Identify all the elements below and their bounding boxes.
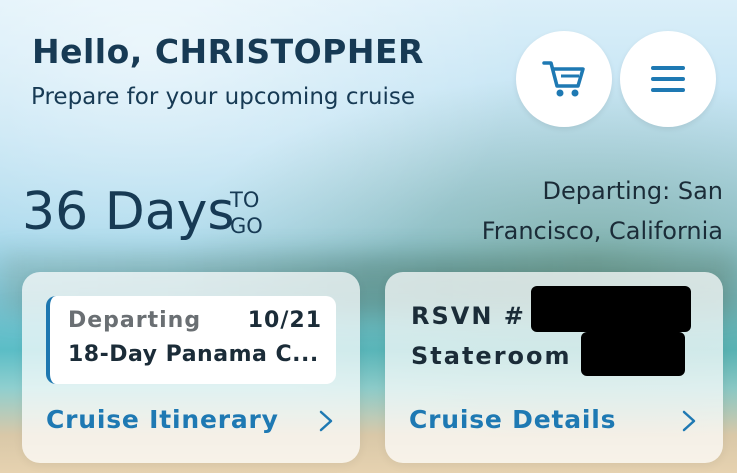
- chevron-right-icon[interactable]: [314, 406, 338, 436]
- cruise-details-card[interactable]: RSVN # Stateroom Cruise Details: [385, 272, 723, 463]
- greeting-subtitle: Prepare for your upcoming cruise: [31, 84, 416, 110]
- departing-label: Departing: [68, 308, 202, 333]
- cart-icon: [542, 61, 585, 97]
- sailing-summary: Departing 10/21 18-Day Panama C...: [46, 296, 336, 384]
- departure-port: Departing: San Francisco, California: [481, 177, 723, 245]
- greeting-heading: Hello, CHRISTOPHER: [32, 32, 424, 71]
- chevron-right-icon[interactable]: [677, 406, 701, 436]
- to-label: TO: [230, 188, 260, 212]
- itinerary-card[interactable]: Departing 10/21 18-Day Panama C... Cruis…: [22, 272, 360, 463]
- cruise-itinerary-link[interactable]: Cruise Itinerary: [46, 405, 279, 434]
- redaction-block: [531, 286, 691, 332]
- menu-button[interactable]: [620, 31, 716, 127]
- cart-button[interactable]: [516, 31, 612, 127]
- hamburger-menu-icon: [651, 66, 685, 92]
- go-label: GO: [230, 214, 263, 238]
- stateroom-number: Stateroom: [411, 342, 572, 370]
- cruise-name: 18-Day Panama C...: [68, 342, 319, 367]
- to-go-label: TO GO: [230, 187, 263, 239]
- redaction-block: [581, 332, 685, 376]
- departure-date: 10/21: [247, 308, 322, 333]
- days-countdown: 36 Days: [22, 182, 235, 242]
- reservation-number: RSVN #: [411, 302, 526, 330]
- cruise-details-link[interactable]: Cruise Details: [409, 405, 616, 434]
